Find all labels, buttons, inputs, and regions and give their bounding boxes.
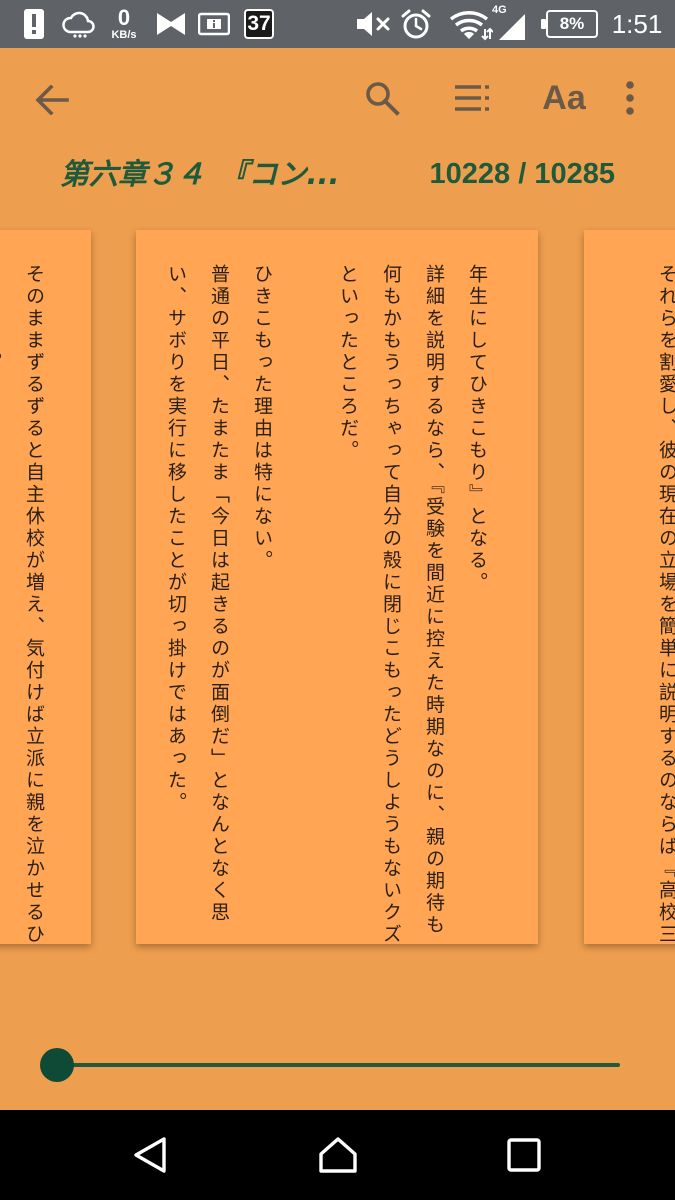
info-card-icon [196, 0, 232, 48]
text-line: い、サボりを実行に移したことが切っ掛けではあった。 [165, 264, 187, 814]
font-settings-button[interactable]: Aa [536, 74, 592, 122]
system-nav-bar [0, 1110, 675, 1200]
mute-icon [354, 0, 394, 48]
text-line: そのままずるずると自主休校が増え、気付けば立派に親を泣かせるひ [23, 264, 45, 944]
page-counter: 10228 / 10285 [429, 158, 615, 190]
current-page-text: 年生にしてひきこもり』となる。 詳細を説明するなら、『受験を間近に控えた時期なの… [154, 264, 498, 944]
next-page-text: それらを割愛し、彼の現在の立場を簡単に説明するのならば『高校三 [645, 264, 675, 944]
home-icon [319, 1137, 357, 1173]
cloud-sync-icon [60, 0, 98, 48]
text-line: 普通の平日、たまたま「今日は起きるのが面倒だ」となんとなく思 [208, 264, 230, 924]
toc-list-icon [455, 85, 489, 111]
wifi-icon [448, 0, 494, 48]
font-settings-label: Aa [542, 78, 586, 117]
cell-signal-icon: 4G [492, 0, 528, 48]
current-page[interactable]: 年生にしてひきこもり』となる。 詳細を説明するなら、『受験を間近に控えた時期なの… [136, 230, 538, 944]
battery-indicator: 8% [541, 0, 600, 48]
text-line: それらを割愛し、彼の現在の立場を簡単に説明するのならば『高校三 [656, 264, 675, 944]
back-button[interactable] [28, 76, 76, 124]
next-page[interactable]: それらを割愛し、彼の現在の立場を簡単に説明するのならば『高校三 [584, 230, 675, 944]
text-line: ひきこもった理由は特にない。 [251, 264, 273, 572]
slider-track[interactable] [58, 1063, 620, 1067]
reader-screen: 0 KB/s 37 4G 8% 1:51 Aa 第六章３４ 『コン... 102… [0, 0, 675, 1200]
net-speed-unit: KB/s [111, 29, 137, 41]
text-line: といったところだ。 [337, 264, 359, 462]
nav-home-button[interactable] [278, 1110, 398, 1200]
network-type: 4G [492, 4, 507, 16]
previous-page-text: そのままずるずると自主休校が増え、気付けば立派に親を泣かせるひ きこもり。 [0, 264, 55, 944]
chapter-title: 第六章３４ 『コン... [60, 157, 340, 191]
search-icon [366, 82, 400, 116]
badge-number: 37 [244, 9, 274, 39]
back-arrow-icon [35, 85, 69, 115]
recents-icon [507, 1138, 541, 1172]
reader-toolbar: Aa [0, 48, 675, 152]
status-bar: 0 KB/s 37 4G 8% 1:51 [0, 0, 675, 48]
more-options-button[interactable] [610, 74, 650, 122]
slider-thumb[interactable] [40, 1048, 74, 1082]
table-of-contents-button[interactable] [448, 74, 496, 122]
net-speed: 0 KB/s [104, 0, 144, 48]
text-line: きこもり。 [0, 264, 2, 374]
more-vert-icon [626, 81, 634, 115]
battery-percent: 8% [541, 10, 598, 38]
text-line: 何もかもうっちゃって自分の殻に閉じこもったどうしようもないクズ』 [380, 264, 402, 944]
clock: 1:51 [611, 8, 663, 39]
alert-icon [22, 0, 46, 48]
reading-progress-slider[interactable] [40, 1046, 620, 1084]
back-triangle-icon [134, 1137, 166, 1173]
alarm-icon [398, 0, 434, 48]
text-line: 年生にしてひきこもり』となる。 [466, 264, 488, 594]
nav-back-button[interactable] [90, 1110, 210, 1200]
net-speed-value: 0 [117, 5, 131, 30]
notification-badge: 37 [242, 0, 276, 48]
bowtie-icon [154, 0, 188, 48]
nav-recents-button[interactable] [464, 1110, 584, 1200]
search-button[interactable] [358, 74, 406, 122]
previous-page[interactable]: そのままずるずると自主休校が増え、気付けば立派に親を泣かせるひ きこもり。 [0, 230, 91, 944]
text-line: 詳細を説明するなら、『受験を間近に控えた時期なのに、親の期待も [423, 264, 445, 937]
